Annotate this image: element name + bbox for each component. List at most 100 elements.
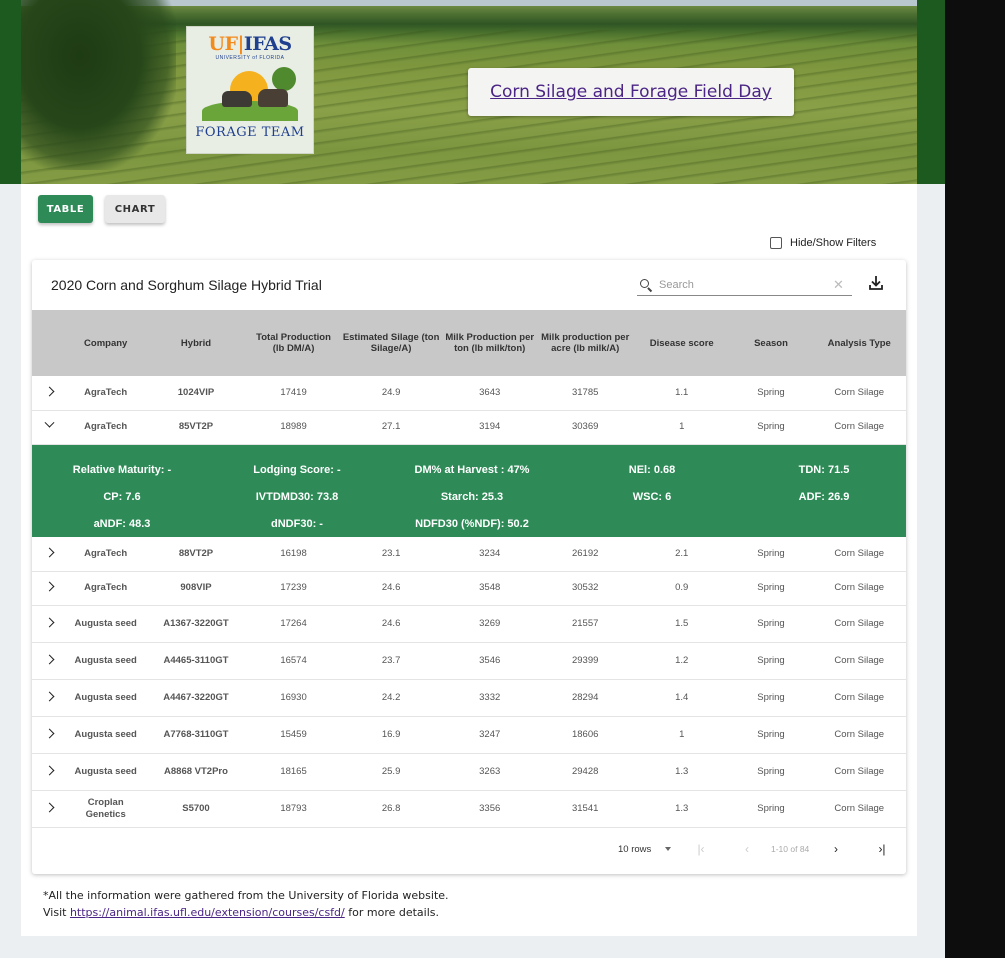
download-icon[interactable] <box>867 274 885 292</box>
detail-nel: NEl: 0.68 <box>628 463 676 476</box>
cell-estimated-silage: 24.6 <box>339 605 444 643</box>
detail-tdn: TDN: 71.5 <box>798 463 850 476</box>
cell-milk-per-ton: 3548 <box>443 571 537 606</box>
detail-ivtdmd30: IVTDMD30: 73.8 <box>255 490 339 503</box>
cell-analysis-type: Corn Silage <box>812 410 906 445</box>
cell-milk-per-ton: 3194 <box>443 410 537 445</box>
cell-milk-per-ton: 3263 <box>443 753 537 791</box>
cell-analysis-type: Corn Silage <box>812 753 906 791</box>
clear-icon[interactable]: ✕ <box>833 277 844 293</box>
column-header-company[interactable]: Company <box>67 310 144 376</box>
cell-milk-per-ton: 3234 <box>443 537 537 572</box>
cell-milk-per-acre: 31541 <box>536 790 634 828</box>
forage-team-logo: UF|IFAS UNIVERSITY of FLORIDA FORAGE TEA… <box>186 26 314 154</box>
table-row[interactable]: Croplan Genetics S5700 18793 26.8 3356 3… <box>32 790 906 828</box>
detail-adf: ADF: 26.9 <box>798 490 850 503</box>
table-row-expanded[interactable]: AgraTech 85VT2P 18989 27.1 3194 30369 1 … <box>32 410 906 445</box>
source-link[interactable]: https://animal.ifas.ufl.edu/extension/co… <box>70 906 345 919</box>
detail-dndf30: dNDF30: - <box>271 517 323 530</box>
detail-andf: aNDF: 48.3 <box>93 517 151 530</box>
banner-title-box: Corn Silage and Forage Field Day <box>468 68 794 116</box>
chevron-right-icon <box>44 617 55 627</box>
table-view-button[interactable]: TABLE <box>38 195 93 223</box>
cell-estimated-silage: 25.9 <box>339 753 444 791</box>
search-input[interactable] <box>659 278 819 291</box>
footnote-tail: for more details. <box>344 906 440 919</box>
detail-relative-maturity: Relative Maturity: - <box>72 463 172 476</box>
column-header-disease-score[interactable]: Disease score <box>634 310 729 376</box>
column-header-season[interactable]: Season <box>729 310 812 376</box>
hero-banner: UF|IFAS UNIVERSITY of FLORIDA FORAGE TEA… <box>21 0 917 184</box>
logo-team-text: FORAGE TEAM <box>195 125 305 140</box>
cell-milk-per-ton: 3356 <box>443 790 537 828</box>
cell-disease-score: 2.1 <box>633 537 730 572</box>
filters-checkbox[interactable] <box>770 237 782 249</box>
cell-analysis-type: Corn Silage <box>812 716 906 754</box>
expand-row-icon[interactable] <box>32 642 68 680</box>
pagination-bar: 10 rows |‹ ‹ 1-10 of 84 › ›| <box>32 834 906 864</box>
footnote-visit: Visit <box>43 906 70 919</box>
cell-season: Spring <box>729 753 813 791</box>
column-header-milk-per-ton[interactable]: Milk Production per ton (lb milk/ton) <box>443 310 536 376</box>
next-page-icon[interactable]: › <box>827 840 845 858</box>
cell-total-production: 17419 <box>247 376 340 411</box>
chart-view-button[interactable]: CHART <box>105 195 165 223</box>
table-row[interactable]: AgraTech 908VIP 17239 24.6 3548 30532 0.… <box>32 571 906 606</box>
column-header-analysis-type[interactable]: Analysis Type <box>813 310 907 376</box>
table-row[interactable]: Augusta seed A8868 VT2Pro 18165 25.9 326… <box>32 753 906 791</box>
table-row[interactable]: Augusta seed A1367-3220GT 17264 24.6 326… <box>32 605 906 643</box>
cell-total-production: 17264 <box>247 605 340 643</box>
cell-disease-score: 0.9 <box>633 571 730 606</box>
cell-milk-per-acre: 18606 <box>536 716 634 754</box>
table-row[interactable]: AgraTech 88VT2P 16198 23.1 3234 26192 2.… <box>32 537 906 572</box>
expand-row-icon[interactable] <box>32 605 68 643</box>
cow-icon <box>222 91 252 107</box>
column-header-estimated-silage[interactable]: Estimated Silage (ton Silage/A) <box>339 310 443 376</box>
expand-row-icon[interactable] <box>32 376 68 411</box>
cell-disease-score: 1.3 <box>633 790 730 828</box>
cell-hybrid: S5700 <box>144 790 248 828</box>
detail-cp: CP: 7.6 <box>103 490 141 503</box>
cell-milk-per-ton: 3546 <box>443 642 537 680</box>
table-row[interactable]: Augusta seed A4467-3220GT 16930 24.2 333… <box>32 679 906 717</box>
expand-row-icon[interactable] <box>32 716 68 754</box>
cell-milk-per-acre: 29428 <box>536 753 634 791</box>
caret-down-icon[interactable] <box>665 847 671 851</box>
expand-row-icon[interactable] <box>32 679 68 717</box>
cell-season: Spring <box>729 410 813 445</box>
cell-milk-per-ton: 3643 <box>443 376 537 411</box>
cell-estimated-silage: 23.1 <box>339 537 444 572</box>
last-page-icon[interactable]: ›| <box>873 840 891 858</box>
collapse-row-icon[interactable] <box>32 410 68 445</box>
filters-toggle[interactable]: Hide/Show Filters <box>770 237 876 249</box>
cell-milk-per-acre: 30532 <box>536 571 634 606</box>
first-page-icon[interactable]: |‹ <box>692 840 710 858</box>
table-row[interactable]: Augusta seed A4465-3110GT 16574 23.7 354… <box>32 642 906 680</box>
table-row[interactable]: Augusta seed A7768-3110GT 15459 16.9 324… <box>32 716 906 754</box>
cell-milk-per-acre: 29399 <box>536 642 634 680</box>
chevron-right-icon <box>44 765 55 775</box>
previous-page-icon[interactable]: ‹ <box>738 840 756 858</box>
page-title-link[interactable]: Corn Silage and Forage Field Day <box>490 82 772 102</box>
column-header-hybrid[interactable]: Hybrid <box>144 310 248 376</box>
cell-estimated-silage: 24.6 <box>339 571 444 606</box>
cell-estimated-silage: 23.7 <box>339 642 444 680</box>
column-header-milk-per-acre[interactable]: Milk production per acre (lb milk/A) <box>536 310 634 376</box>
hybrid-trial-table: Company Hybrid Total Production (lb DM/A… <box>32 310 906 828</box>
rows-per-page-select[interactable]: 10 rows <box>618 844 651 855</box>
expand-row-icon[interactable] <box>32 537 68 572</box>
chevron-right-icon <box>44 691 55 701</box>
cell-season: Spring <box>729 642 813 680</box>
detail-lodging-score: Lodging Score: - <box>253 463 341 476</box>
detail-empty <box>562 518 742 531</box>
expand-row-icon[interactable] <box>32 571 68 606</box>
footnote: *All the information were gathered from … <box>43 887 449 921</box>
data-table-card: 2020 Corn and Sorghum Silage Hybrid Tria… <box>32 260 906 874</box>
cell-total-production: 16930 <box>247 679 340 717</box>
column-header-total-production[interactable]: Total Production (lb DM/A) <box>248 310 339 376</box>
table-row[interactable]: AgraTech 1024VIP 17419 24.9 3643 31785 1… <box>32 376 906 411</box>
cell-analysis-type: Corn Silage <box>812 790 906 828</box>
expand-row-icon[interactable] <box>32 753 68 791</box>
cell-season: Spring <box>729 537 813 572</box>
expand-row-icon[interactable] <box>32 790 68 828</box>
